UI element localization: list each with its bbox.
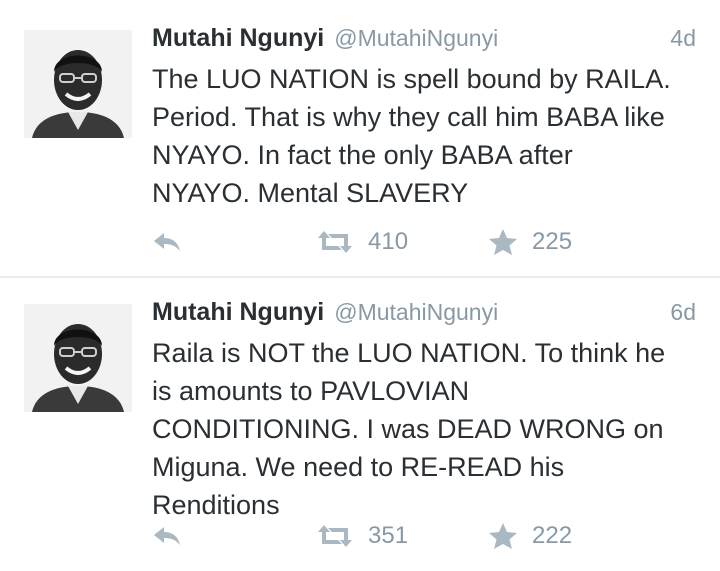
tweet-header: Mutahi Ngunyi @MutahiNgunyi 4d	[152, 24, 696, 56]
reply-button[interactable]	[152, 222, 182, 262]
favorite-button[interactable]: 222	[488, 516, 572, 556]
retweet-button[interactable]: 351	[316, 516, 408, 556]
favorite-button[interactable]: 225	[488, 222, 572, 262]
tweet-card[interactable]: Mutahi Ngunyi @MutahiNgunyi 4d The LUO N…	[0, 0, 720, 276]
star-icon	[489, 523, 517, 549]
retweet-icon	[318, 231, 352, 253]
avatar[interactable]	[24, 30, 132, 138]
display-name[interactable]: Mutahi Ngunyi	[152, 298, 324, 327]
tweet-timestamp[interactable]: 6d	[670, 299, 696, 326]
display-name[interactable]: Mutahi Ngunyi	[152, 24, 324, 53]
retweet-count: 410	[368, 228, 409, 255]
user-handle[interactable]: @MutahiNgunyi	[334, 299, 498, 326]
avatar-photo-icon	[24, 30, 132, 138]
tweet-timeline: Mutahi Ngunyi @MutahiNgunyi 4d The LUO N…	[0, 0, 720, 571]
favorite-count: 222	[532, 522, 573, 549]
reply-button[interactable]	[152, 516, 182, 556]
tweet-actions: 410 225	[0, 222, 720, 262]
avatar-photo-icon	[24, 304, 132, 412]
user-handle[interactable]: @MutahiNgunyi	[334, 25, 498, 52]
reply-icon	[154, 527, 180, 545]
tweet-text: The LUO NATION is spell bound by RAILA. …	[152, 64, 671, 208]
tweet-actions: 351 222	[0, 516, 720, 556]
tweet-card[interactable]: Mutahi Ngunyi @MutahiNgunyi 6d Raila is …	[0, 276, 720, 571]
retweet-icon	[318, 525, 352, 547]
tweet-timestamp[interactable]: 4d	[670, 25, 696, 52]
tweet-text: Raila is NOT the LUO NATION. To think he…	[152, 338, 666, 520]
avatar[interactable]	[24, 304, 132, 412]
retweet-count: 351	[368, 522, 409, 549]
reply-icon	[154, 233, 180, 251]
tweet-header: Mutahi Ngunyi @MutahiNgunyi 6d	[152, 298, 696, 330]
favorite-count: 225	[532, 228, 573, 255]
star-icon	[489, 229, 517, 255]
retweet-button[interactable]: 410	[316, 222, 408, 262]
